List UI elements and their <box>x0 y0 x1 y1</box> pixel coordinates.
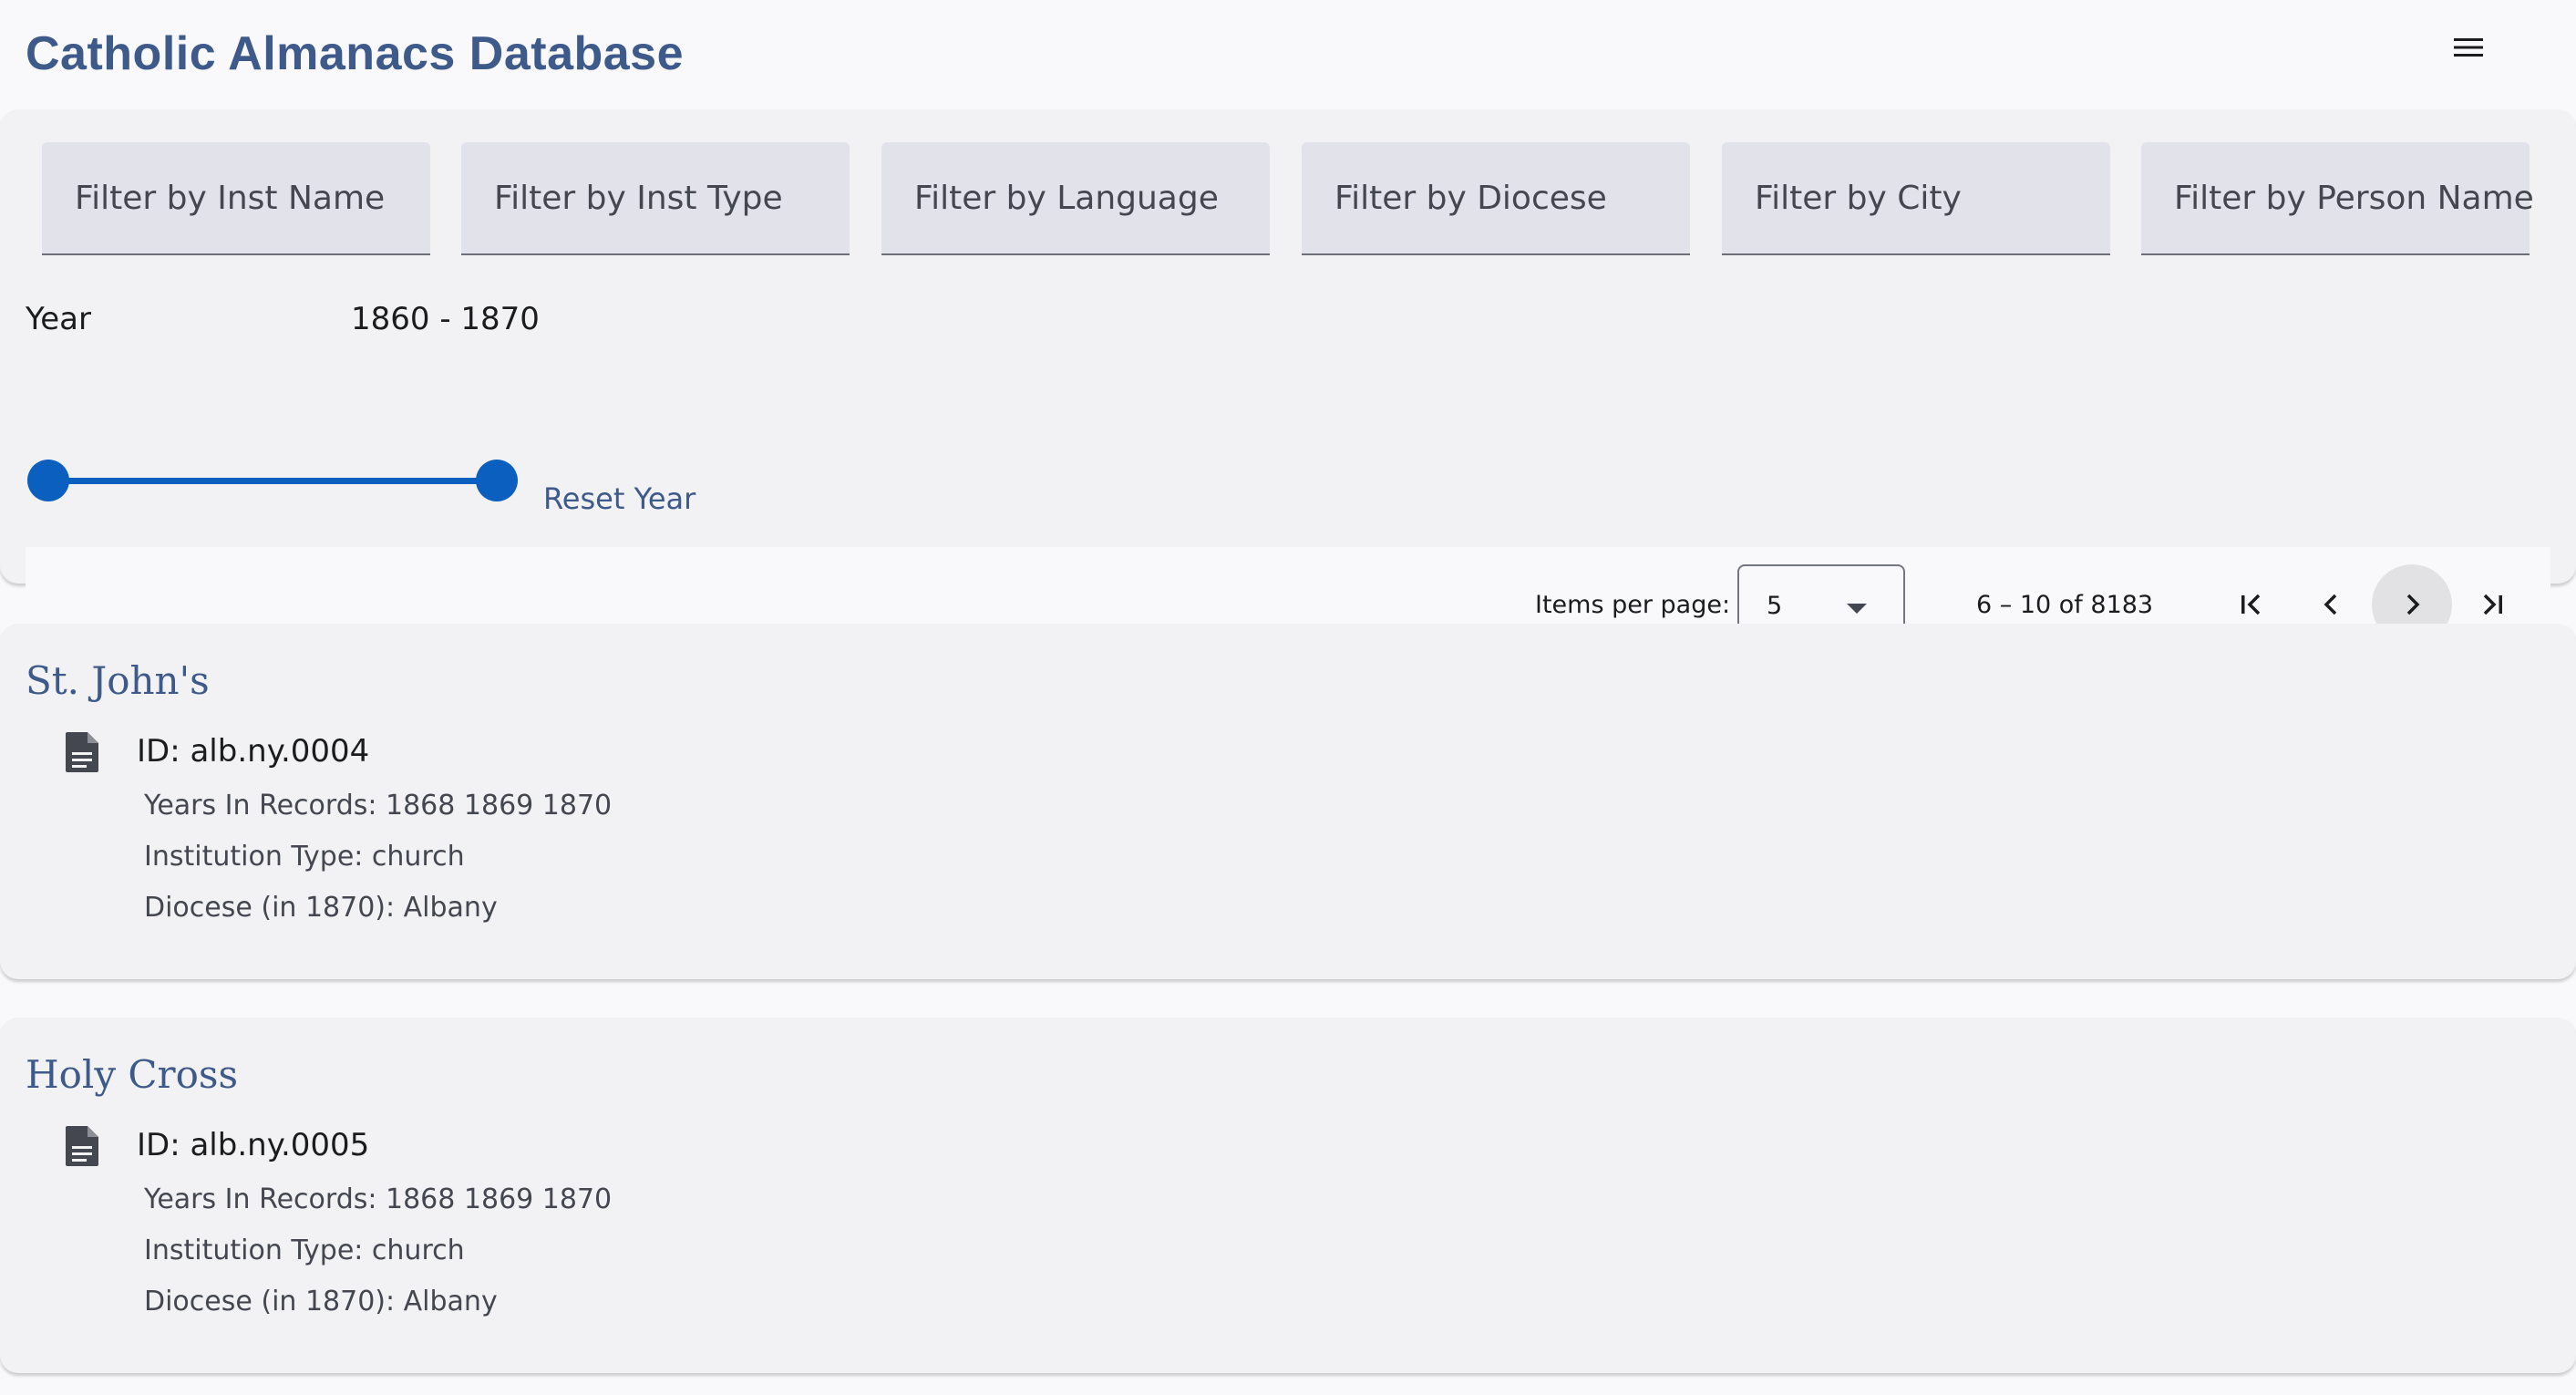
record-id: ID: alb.ny.0004 <box>137 733 370 770</box>
reset-year-button[interactable]: Reset Year <box>543 481 696 516</box>
year-label: Year <box>26 301 91 337</box>
filter-diocese-field[interactable]: Filter by Diocese <box>1302 142 1690 255</box>
record-diocese: Diocese (in 1870): Albany <box>144 1286 498 1318</box>
filter-language-placeholder: Filter by Language <box>914 179 1219 217</box>
dropdown-arrow-icon <box>1847 604 1867 614</box>
filter-inst-type-placeholder: Filter by Inst Type <box>494 179 783 217</box>
first-page-icon <box>2241 594 2261 615</box>
year-range-value: 1860 - 1870 <box>351 301 540 337</box>
page-range-label: 6 – 10 of 8183 <box>1976 591 2154 619</box>
items-per-page-label: Items per page: <box>1535 591 1731 619</box>
filter-language-field[interactable]: Filter by Language <box>881 142 1270 255</box>
next-page-icon <box>2406 594 2420 615</box>
filter-person-name-placeholder: Filter by Person Name <box>2174 179 2534 217</box>
year-range-slider[interactable] <box>26 460 518 503</box>
record-diocese: Diocese (in 1870): Albany <box>144 892 498 924</box>
record-years: Years In Records: 1868 1869 1870 <box>144 1183 613 1215</box>
record-id: ID: alb.ny.0005 <box>137 1127 370 1163</box>
record-institution-type: Institution Type: church <box>144 1235 465 1266</box>
filter-inst-type-field[interactable]: Filter by Inst Type <box>461 142 850 255</box>
filter-inst-name-field[interactable]: Filter by Inst Name <box>42 142 430 255</box>
record-card[interactable]: Holy Cross ID: alb.ny.0005 Years In Reco… <box>0 1018 2576 1373</box>
filter-person-name-field[interactable]: Filter by Person Name <box>2141 142 2534 255</box>
menu-button[interactable] <box>2443 22 2494 73</box>
filter-city-placeholder: Filter by City <box>1755 179 1962 217</box>
filter-inst-name-placeholder: Filter by Inst Name <box>75 179 386 217</box>
filter-panel: Filter by Inst Name Filter by Inst Type … <box>0 109 2576 662</box>
record-years: Years In Records: 1868 1869 1870 <box>144 790 613 822</box>
app-title: Catholic Almanacs Database <box>26 27 685 80</box>
items-per-page-value: 5 <box>1767 591 1783 620</box>
record-title[interactable]: Holy Cross <box>26 1052 238 1097</box>
last-page-icon <box>2483 594 2502 615</box>
previous-page-icon <box>2324 594 2337 615</box>
record-title[interactable]: St. John's <box>26 658 210 703</box>
filter-diocese-placeholder: Filter by Diocese <box>1334 179 1607 217</box>
slider-track <box>47 478 496 484</box>
record-card[interactable]: St. John's ID: alb.ny.0004 Years In Reco… <box>0 624 2576 979</box>
slider-end-thumb[interactable] <box>476 460 518 501</box>
document-icon <box>66 1126 98 1166</box>
document-icon <box>66 732 98 772</box>
top-bar: Catholic Almanacs Database <box>0 0 2576 108</box>
filter-city-field[interactable]: Filter by City <box>1722 142 2110 255</box>
filter-row: Filter by Inst Name Filter by Inst Type … <box>42 142 2558 255</box>
slider-start-thumb[interactable] <box>27 460 69 501</box>
hamburger-menu-icon <box>2454 38 2483 57</box>
record-institution-type: Institution Type: church <box>144 841 465 873</box>
